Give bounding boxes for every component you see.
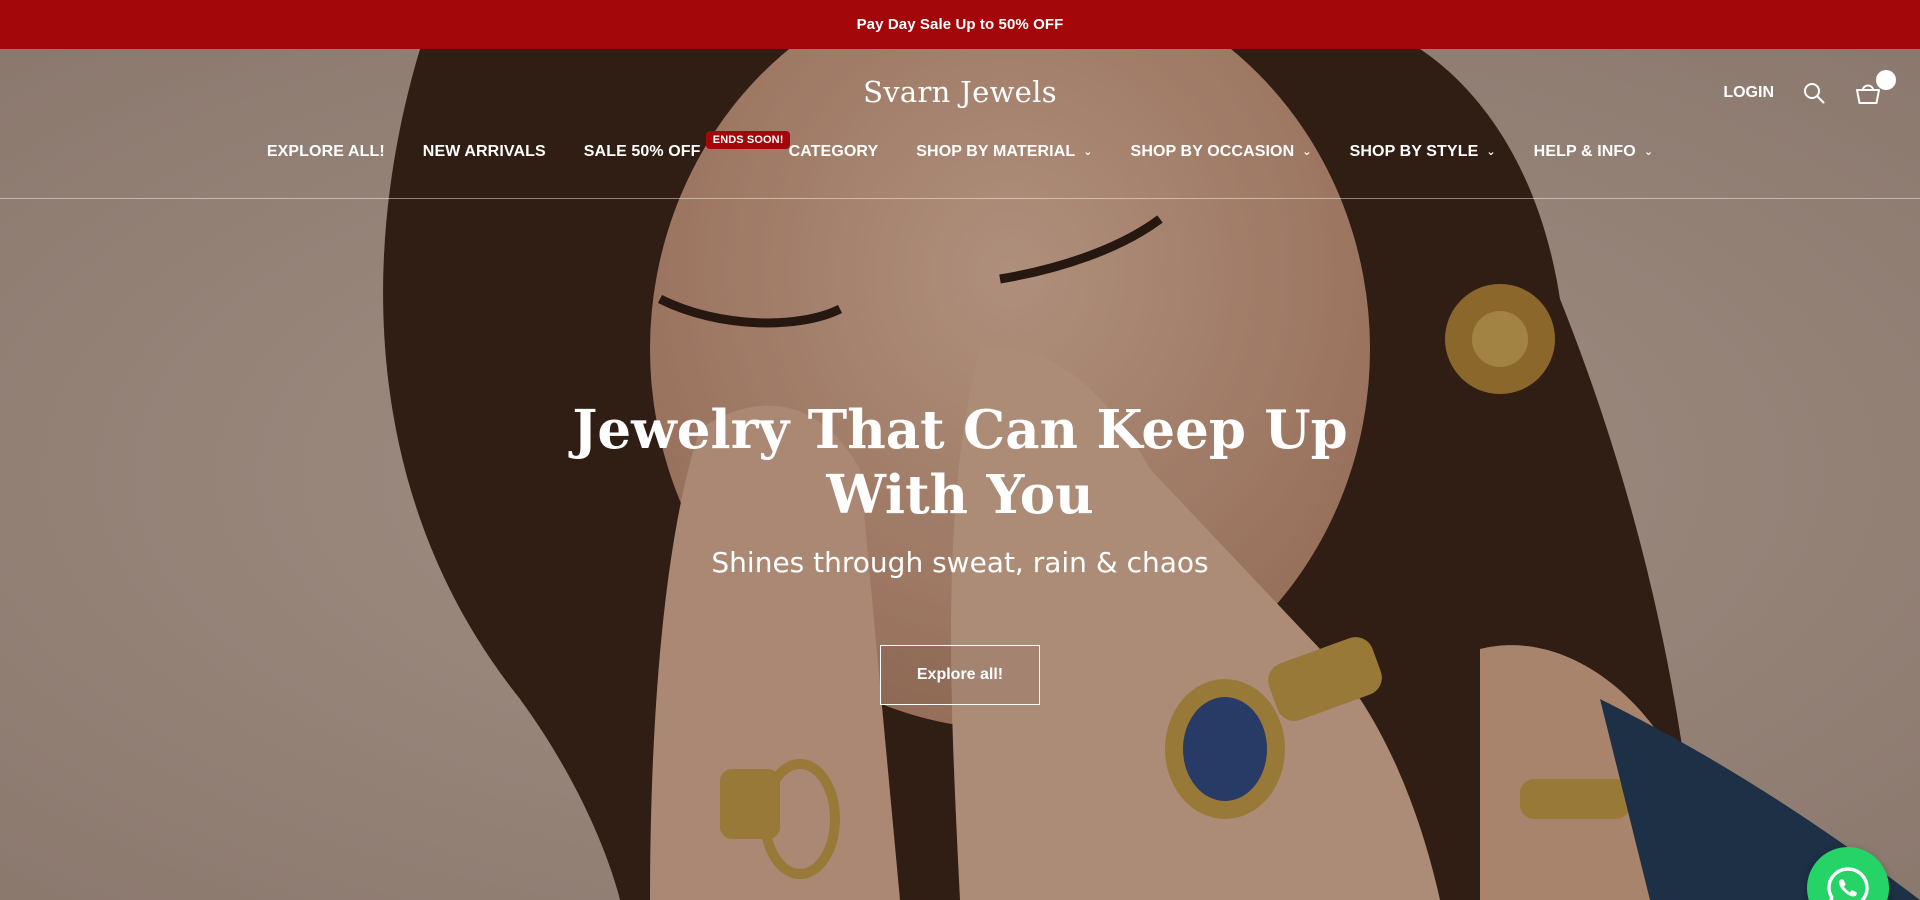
- login-link[interactable]: LOGIN: [1723, 84, 1774, 102]
- hero-content: Jewelry That Can Keep Up With You Shines…: [0, 398, 1920, 705]
- site-logo[interactable]: Svarn Jewels: [0, 75, 1920, 109]
- nav-item-shop-by-occasion[interactable]: SHOP BY OCCASION ⌄: [1131, 143, 1312, 161]
- nav-item-label: SHOP BY STYLE: [1349, 143, 1479, 160]
- site-header: Svarn Jewels LOGIN EXPLORE ALL! NEW ARRI…: [0, 49, 1920, 199]
- shopping-basket-icon[interactable]: [1854, 70, 1896, 107]
- announcement-text: Pay Day Sale Up to 50% OFF: [856, 16, 1064, 33]
- chevron-down-icon: ⌄: [1083, 145, 1093, 158]
- nav-item-label: SALE 50% OFF: [583, 143, 701, 160]
- nav-item-category[interactable]: CATEGORY: [789, 143, 879, 161]
- chevron-down-icon: ⌄: [1486, 145, 1496, 158]
- cart-count-badge: [1876, 70, 1896, 90]
- explore-all-button[interactable]: Explore all!: [880, 645, 1040, 705]
- search-icon[interactable]: [1800, 79, 1828, 107]
- nav-item-label: SHOP BY MATERIAL: [916, 143, 1076, 160]
- main-navigation: EXPLORE ALL! NEW ARRIVALS SALE 50% OFF E…: [0, 131, 1920, 161]
- header-actions: LOGIN: [1723, 70, 1896, 107]
- nav-item-label: NEW ARRIVALS: [422, 143, 546, 160]
- nav-item-shop-by-style[interactable]: SHOP BY STYLE ⌄: [1350, 143, 1496, 161]
- nav-item-label: HELP & INFO: [1533, 143, 1636, 160]
- chevron-down-icon: ⌄: [1302, 145, 1312, 158]
- ends-soon-badge: ENDS SOON!: [705, 131, 791, 149]
- nav-item-shop-by-material[interactable]: SHOP BY MATERIAL ⌄: [916, 143, 1092, 161]
- nav-item-label: CATEGORY: [788, 143, 879, 160]
- announcement-bar: Pay Day Sale Up to 50% OFF: [0, 0, 1920, 49]
- nav-item-label: SHOP BY OCCASION: [1130, 143, 1295, 160]
- nav-item-explore-all[interactable]: EXPLORE ALL!: [267, 143, 385, 161]
- whatsapp-icon: [1827, 867, 1869, 900]
- nav-item-help-info[interactable]: HELP & INFO ⌄: [1534, 143, 1653, 161]
- nav-item-label: EXPLORE ALL!: [266, 143, 385, 160]
- chevron-down-icon: ⌄: [1643, 145, 1654, 158]
- hero-subtitle: Shines through sweat, rain & chaos: [711, 546, 1209, 579]
- nav-item-new-arrivals[interactable]: NEW ARRIVALS: [423, 143, 546, 161]
- hero-section: Svarn Jewels LOGIN EXPLORE ALL! NEW ARRI…: [0, 49, 1920, 900]
- hero-title: Jewelry That Can Keep Up With You: [572, 399, 1348, 526]
- nav-item-sale[interactable]: SALE 50% OFF ENDS SOON!: [583, 131, 791, 161]
